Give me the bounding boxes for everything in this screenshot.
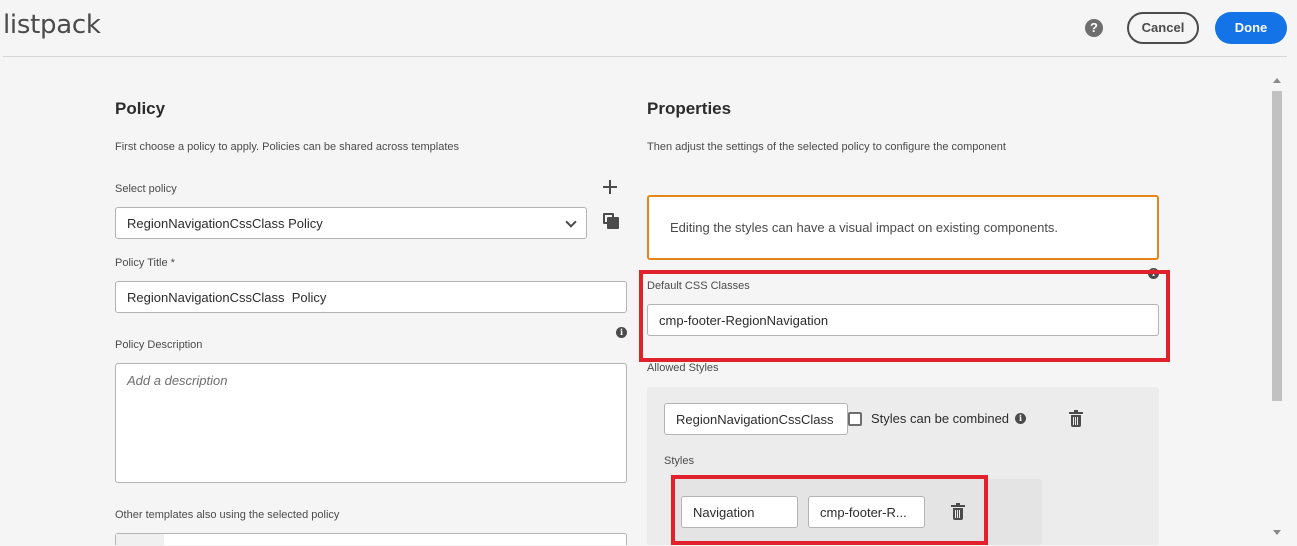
scroll-down-icon[interactable] [1273, 530, 1281, 535]
top-bar: listpack ? Cancel Done [0, 0, 1297, 57]
policy-select-value: RegionNavigationCssClass Policy [127, 215, 323, 231]
done-button[interactable]: Done [1215, 12, 1287, 44]
policy-description-label: Policy Description [115, 339, 203, 351]
other-templates-list [115, 533, 627, 546]
style-group-name-input[interactable]: RegionNavigationCssClass [664, 403, 848, 435]
delete-group-icon[interactable] [1069, 410, 1083, 427]
policy-description-textarea[interactable]: Add a description [115, 363, 627, 483]
policy-description-text: First choose a policy to apply. Policies… [115, 141, 460, 153]
policy-title-value: RegionNavigationCssClass Policy [127, 289, 327, 305]
cancel-button[interactable]: Cancel [1127, 12, 1199, 44]
info-icon[interactable]: i [1015, 413, 1026, 424]
page-title: listpack [3, 10, 101, 40]
allowed-styles-label: Allowed Styles [647, 362, 719, 374]
chevron-down-icon [565, 216, 577, 228]
properties-heading: Properties [647, 99, 732, 118]
styles-combined-label: Styles can be combined [871, 411, 1010, 426]
policy-heading: Policy [115, 99, 166, 118]
header-divider [3, 56, 1287, 57]
warning-alert: Editing the styles can have a visual imp… [647, 195, 1159, 260]
scrollbar-thumb[interactable] [1272, 91, 1282, 401]
policy-title-input[interactable]: RegionNavigationCssClass Policy [115, 281, 627, 313]
other-templates-label: Other templates also using the selected … [115, 509, 340, 521]
highlight-box-styles [671, 475, 988, 545]
warning-text: Editing the styles can have a visual imp… [670, 220, 1059, 235]
properties-description-text: Then adjust the settings of the selected… [647, 141, 1006, 153]
select-policy-label: Select policy [115, 183, 177, 195]
add-policy-icon[interactable] [603, 180, 617, 194]
highlight-box-default-css [639, 270, 1170, 362]
style-group-name-value: RegionNavigationCssClass [676, 411, 834, 427]
help-icon[interactable]: ? [1085, 19, 1103, 37]
policy-title-label: Policy Title * [115, 257, 175, 269]
styles-label: Styles [664, 455, 694, 467]
description-placeholder: Add a description [127, 373, 228, 388]
vertical-scrollbar[interactable] [1270, 74, 1284, 545]
styles-combined-checkbox[interactable] [848, 412, 862, 426]
info-icon[interactable]: i [616, 327, 627, 338]
scroll-up-icon[interactable] [1273, 78, 1281, 83]
duplicate-policy-icon[interactable] [603, 213, 619, 229]
policy-select[interactable]: RegionNavigationCssClass Policy [115, 207, 587, 239]
